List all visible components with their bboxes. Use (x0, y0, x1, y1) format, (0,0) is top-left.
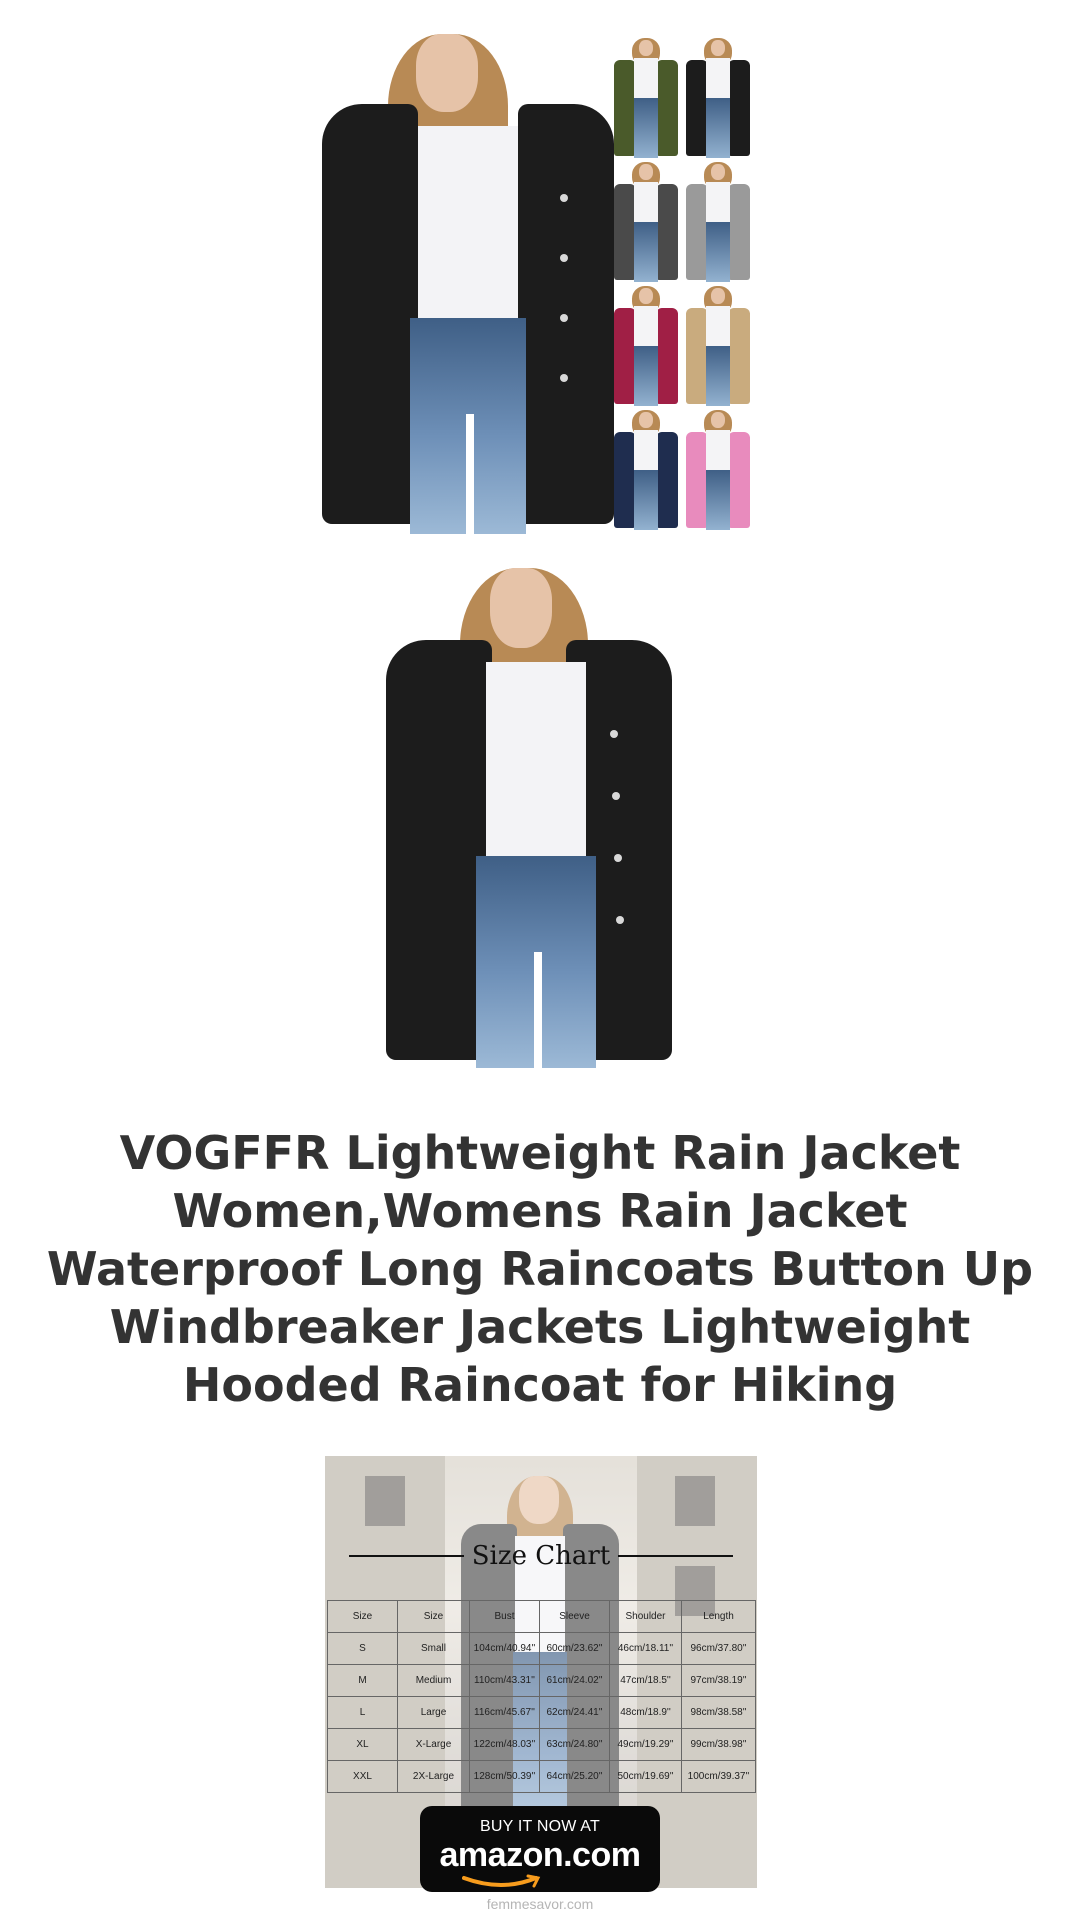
size-table-cell: 116cm/45.67'' (469, 1696, 540, 1729)
size-table-row: M Medium 110cm/43.31'' 61cm/24.02'' 47cm/18.… (327, 1664, 756, 1697)
size-table-cell: 61cm/24.02'' (539, 1664, 610, 1697)
size-table-cell: 49cm/19.29'' (609, 1728, 682, 1761)
size-table-cell: 50cm/19.69'' (609, 1760, 682, 1793)
size-table-cell: Large (397, 1696, 470, 1729)
size-table-cell: Medium (397, 1664, 470, 1697)
model-photo (318, 34, 618, 534)
color-swatch[interactable] (610, 160, 682, 282)
size-table-header: Sleeve (539, 1600, 610, 1633)
product-title[interactable]: VOGFFR Lightweight Rain Jacket Women,Wom… (40, 1124, 1040, 1414)
product-image-colors[interactable] (318, 34, 768, 534)
color-swatch[interactable] (682, 408, 754, 530)
buy-caption: BUY IT NOW AT (480, 1818, 600, 1835)
size-table-header: Shoulder (609, 1600, 682, 1633)
size-table-header: Length (681, 1600, 756, 1633)
color-swatch[interactable] (682, 36, 754, 158)
footer-site-name[interactable]: femmesavor.com (0, 1896, 1080, 1912)
size-table-cell: 99cm/38.98'' (681, 1728, 756, 1761)
size-chart-title: Size Chart (471, 1541, 611, 1571)
size-table-cell: 47cm/18.5'' (609, 1664, 682, 1697)
size-table-cell: 110cm/43.31'' (469, 1664, 540, 1697)
size-table-header: Size (327, 1600, 398, 1633)
color-swatch[interactable] (682, 160, 754, 282)
amazon-smile-icon (462, 1874, 541, 1888)
size-table-cell: 97cm/38.19'' (681, 1664, 756, 1697)
size-table-cell: L (327, 1696, 398, 1729)
size-table-cell: 128cm/50.39'' (469, 1760, 540, 1793)
size-table-row: XL X-Large 122cm/48.03'' 63cm/24.80'' 49cm/1… (327, 1728, 756, 1761)
color-swatch[interactable] (682, 284, 754, 406)
size-table-cell: Small (397, 1632, 470, 1665)
color-swatch[interactable] (610, 36, 682, 158)
buy-on-amazon-button[interactable]: BUY IT NOW AT amazon.com (420, 1806, 660, 1892)
size-table-cell: 62cm/24.41'' (539, 1696, 610, 1729)
size-table-cell: 100cm/39.37'' (681, 1760, 756, 1793)
color-swatch[interactable] (610, 408, 682, 530)
size-table-cell: 64cm/25.20'' (539, 1760, 610, 1793)
size-table-cell: XL (327, 1728, 398, 1761)
size-table-row: L Large 116cm/45.67'' 62cm/24.41'' 48cm/18.9… (327, 1696, 756, 1729)
size-table-cell: 46cm/18.11'' (609, 1632, 682, 1665)
size-table-cell: S (327, 1632, 398, 1665)
size-table-cell: M (327, 1664, 398, 1697)
size-table-cell: 2X-Large (397, 1760, 470, 1793)
size-table-cell: 96cm/37.80'' (681, 1632, 756, 1665)
size-table-row: XXL 2X-Large 128cm/50.39'' 64cm/25.20'' 50cm… (327, 1760, 756, 1793)
product-main-image[interactable] (290, 568, 770, 1068)
size-table-cell: XXL (327, 1760, 398, 1793)
size-table-cell: 48cm/18.9'' (609, 1696, 682, 1729)
size-table-row: S Small 104cm/40.94'' 60cm/23.62'' 46cm/18.1… (327, 1632, 756, 1665)
size-table-cell: 60cm/23.62'' (539, 1632, 610, 1665)
size-table-cell: 63cm/24.80'' (539, 1728, 610, 1761)
size-table-cell: X-Large (397, 1728, 470, 1761)
size-table-cell: 122cm/48.03'' (469, 1728, 540, 1761)
size-table-cell: 104cm/40.94'' (469, 1632, 540, 1665)
size-table: Size Size Bust Sleeve Shoulder Length S Small 1… (327, 1600, 756, 1793)
amazon-logo: amazon.com (439, 1836, 641, 1874)
size-table-header: Size (397, 1600, 470, 1633)
size-table-header: Bust (469, 1600, 540, 1633)
color-swatch[interactable] (610, 284, 682, 406)
size-table-cell: 98cm/38.58'' (681, 1696, 756, 1729)
